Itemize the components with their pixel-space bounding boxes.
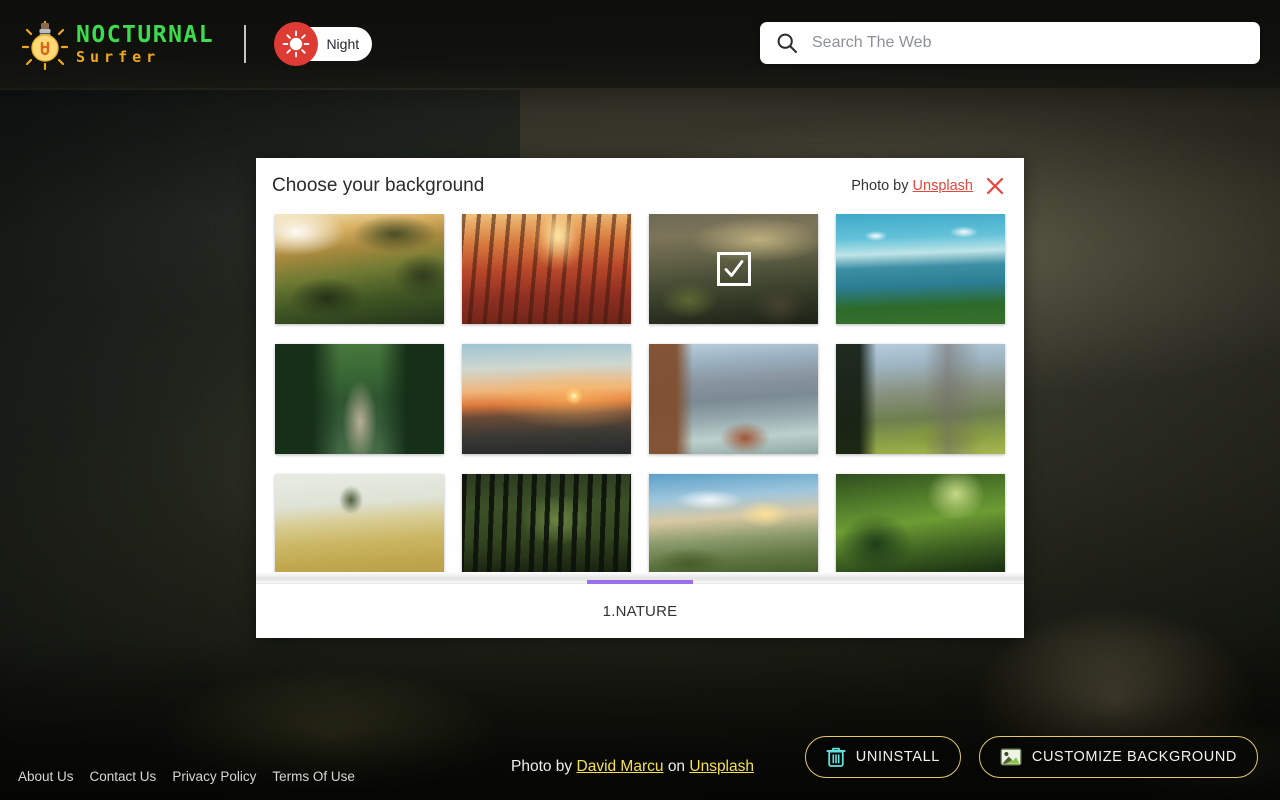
- modal-header-right: Photo by Unsplash: [851, 173, 1008, 199]
- credit-prefix: Photo by: [851, 178, 909, 194]
- background-thumbnail[interactable]: [649, 474, 818, 572]
- modal-photo-credit: Photo by Unsplash: [851, 178, 973, 194]
- background-thumbnail[interactable]: [836, 474, 1005, 572]
- lightbulb-icon: [21, 18, 69, 71]
- modal-header: Choose your background Photo by Unsplash: [256, 158, 1024, 214]
- background-thumbnail[interactable]: [462, 474, 631, 572]
- search-icon: [776, 32, 798, 54]
- attribution-source-link[interactable]: Unsplash: [689, 758, 754, 775]
- footer-link-about-us[interactable]: About Us: [18, 769, 74, 784]
- footer-link-terms-of-use[interactable]: Terms Of Use: [272, 769, 355, 784]
- brand-logo[interactable]: NOCTURNAL Surfer: [21, 18, 215, 71]
- image-icon: [1000, 747, 1022, 767]
- background-thumbnail[interactable]: [275, 474, 444, 572]
- attribution-author-link[interactable]: David Marcu: [577, 758, 664, 775]
- toggle-label: Night: [326, 36, 360, 52]
- background-thumbnail[interactable]: [462, 344, 631, 454]
- background-thumbnail[interactable]: [462, 214, 631, 324]
- background-thumbnail[interactable]: [275, 344, 444, 454]
- trash-icon: [826, 746, 846, 768]
- tab-active-underline: [587, 580, 693, 584]
- search-input[interactable]: [812, 23, 1242, 63]
- search-bar[interactable]: [760, 22, 1260, 64]
- modal-footer: 1.NATURE: [256, 584, 1024, 638]
- attribution-prefix: Photo by: [511, 758, 573, 775]
- background-thumbnail-selected[interactable]: [649, 214, 818, 324]
- choose-background-modal: Choose your background Photo by Unsplash: [256, 158, 1024, 638]
- background-thumbnail[interactable]: [836, 344, 1005, 454]
- customize-background-button[interactable]: CUSTOMIZE BACKGROUND: [978, 736, 1258, 778]
- top-bar: NOCTURNAL Surfer Night: [0, 0, 1280, 88]
- brand-name: NOCTURNAL: [76, 21, 215, 48]
- header-divider: [244, 25, 247, 63]
- footer-links: About Us Contact Us Privacy Policy Terms…: [18, 769, 355, 784]
- footer-link-contact-us[interactable]: Contact Us: [90, 769, 157, 784]
- brand-subname: Surfer: [76, 47, 161, 66]
- uninstall-button[interactable]: UNINSTALL: [804, 736, 961, 778]
- background-thumbnail[interactable]: [275, 214, 444, 324]
- action-button-bar: UNINSTALL CUSTOMIZE BACKGROUND: [804, 736, 1258, 778]
- page-root: NOCTURNAL Surfer Night Search The Web Ch…: [0, 0, 1280, 800]
- toggle-knob: [274, 22, 319, 66]
- background-photo-attribution: Photo by David Marcu on Unsplash: [511, 758, 754, 776]
- sun-icon: [282, 30, 310, 58]
- thumbnail-scroll-area[interactable]: [256, 214, 1024, 572]
- close-icon[interactable]: [982, 173, 1008, 199]
- footer-link-privacy-policy[interactable]: Privacy Policy: [172, 769, 256, 784]
- attribution-middle: on: [667, 758, 686, 775]
- modal-title: Choose your background: [272, 175, 485, 196]
- background-thumbnail-grid: [275, 214, 1005, 572]
- uninstall-button-label: UNINSTALL: [855, 749, 940, 765]
- night-mode-toggle[interactable]: Night: [274, 22, 373, 66]
- customize-background-button-label: CUSTOMIZE BACKGROUND: [1031, 749, 1237, 765]
- background-thumbnail[interactable]: [649, 344, 818, 454]
- checkmark-icon: [716, 252, 751, 286]
- tab-nature[interactable]: 1.NATURE: [603, 603, 678, 620]
- unsplash-link[interactable]: Unsplash: [913, 178, 973, 194]
- modal-scroll-divider: [256, 572, 1024, 584]
- background-thumbnail[interactable]: [836, 214, 1005, 324]
